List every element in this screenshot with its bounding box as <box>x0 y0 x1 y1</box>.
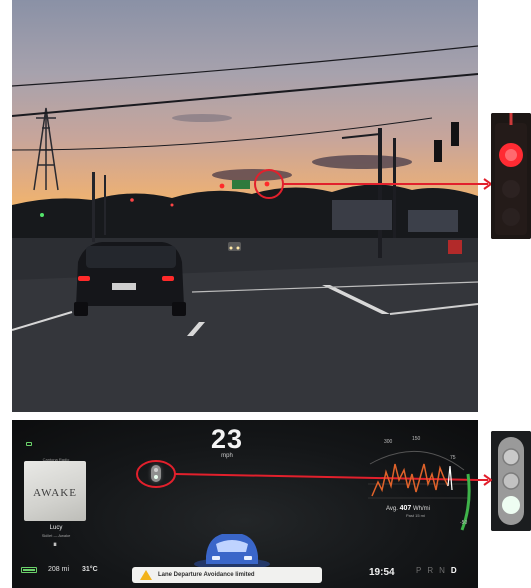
red-light-arrowhead <box>478 178 492 190</box>
gear-d: D <box>450 566 457 575</box>
gear-r: R <box>427 566 434 575</box>
warning-triangle-icon <box>140 570 152 580</box>
vehicle-render <box>194 534 270 568</box>
red-light-zoom-inset <box>491 113 531 239</box>
tesla-dashboard-display: 23 mph Cantona Radio AWAKE Lucy Skillet … <box>12 420 478 588</box>
song-title: Lucy <box>49 525 63 531</box>
average-unit: Wh/mi <box>412 506 430 512</box>
album-art[interactable]: AWAKE <box>24 461 86 521</box>
outside-temperature: 31°C <box>82 566 98 573</box>
energy-scale-150: 150 <box>412 436 421 442</box>
dash-light-arrowhead <box>478 474 492 486</box>
alert-text: Lane Departure Avoidance limited <box>158 572 255 578</box>
gear-n: N <box>439 566 445 575</box>
range-readout: 208 mi <box>48 566 70 573</box>
energy-scale-300: 300 <box>384 439 393 445</box>
average-value: 407 <box>399 505 412 512</box>
speed-unit: mph <box>221 453 233 459</box>
gear-selector: P R N D <box>416 566 457 575</box>
speed-readout: 23 <box>210 424 244 454</box>
lead-car <box>74 242 186 316</box>
energy-scale-minus-50: -50 <box>460 520 468 526</box>
artist-album-label: Skillet — Awake <box>41 533 71 538</box>
gear-p: P <box>416 566 422 575</box>
red-traffic-light-icon <box>491 113 531 239</box>
average-consumption: Avg. 407 Wh/mi <box>386 505 430 512</box>
energy-scale-75: 75 <box>450 455 456 461</box>
road-scene <box>12 45 478 412</box>
camera-icon <box>26 442 32 446</box>
lane-departure-alert[interactable]: Lane Departure Avoidance limited <box>132 567 322 583</box>
dashboard-traffic-light-icon <box>491 431 531 531</box>
clock: 19:54 <box>369 567 395 578</box>
dashcam-road-photo <box>12 0 478 412</box>
dash-light-zoom-inset <box>491 431 531 531</box>
pause-icon[interactable]: ⏸ <box>50 540 60 550</box>
average-label: Avg. <box>386 506 398 512</box>
album-art-title: AWAKE <box>33 487 77 499</box>
battery-icon <box>21 567 37 573</box>
past-distance-label: Past 15 mi <box>406 513 425 518</box>
energy-consumption-graph <box>368 450 471 531</box>
